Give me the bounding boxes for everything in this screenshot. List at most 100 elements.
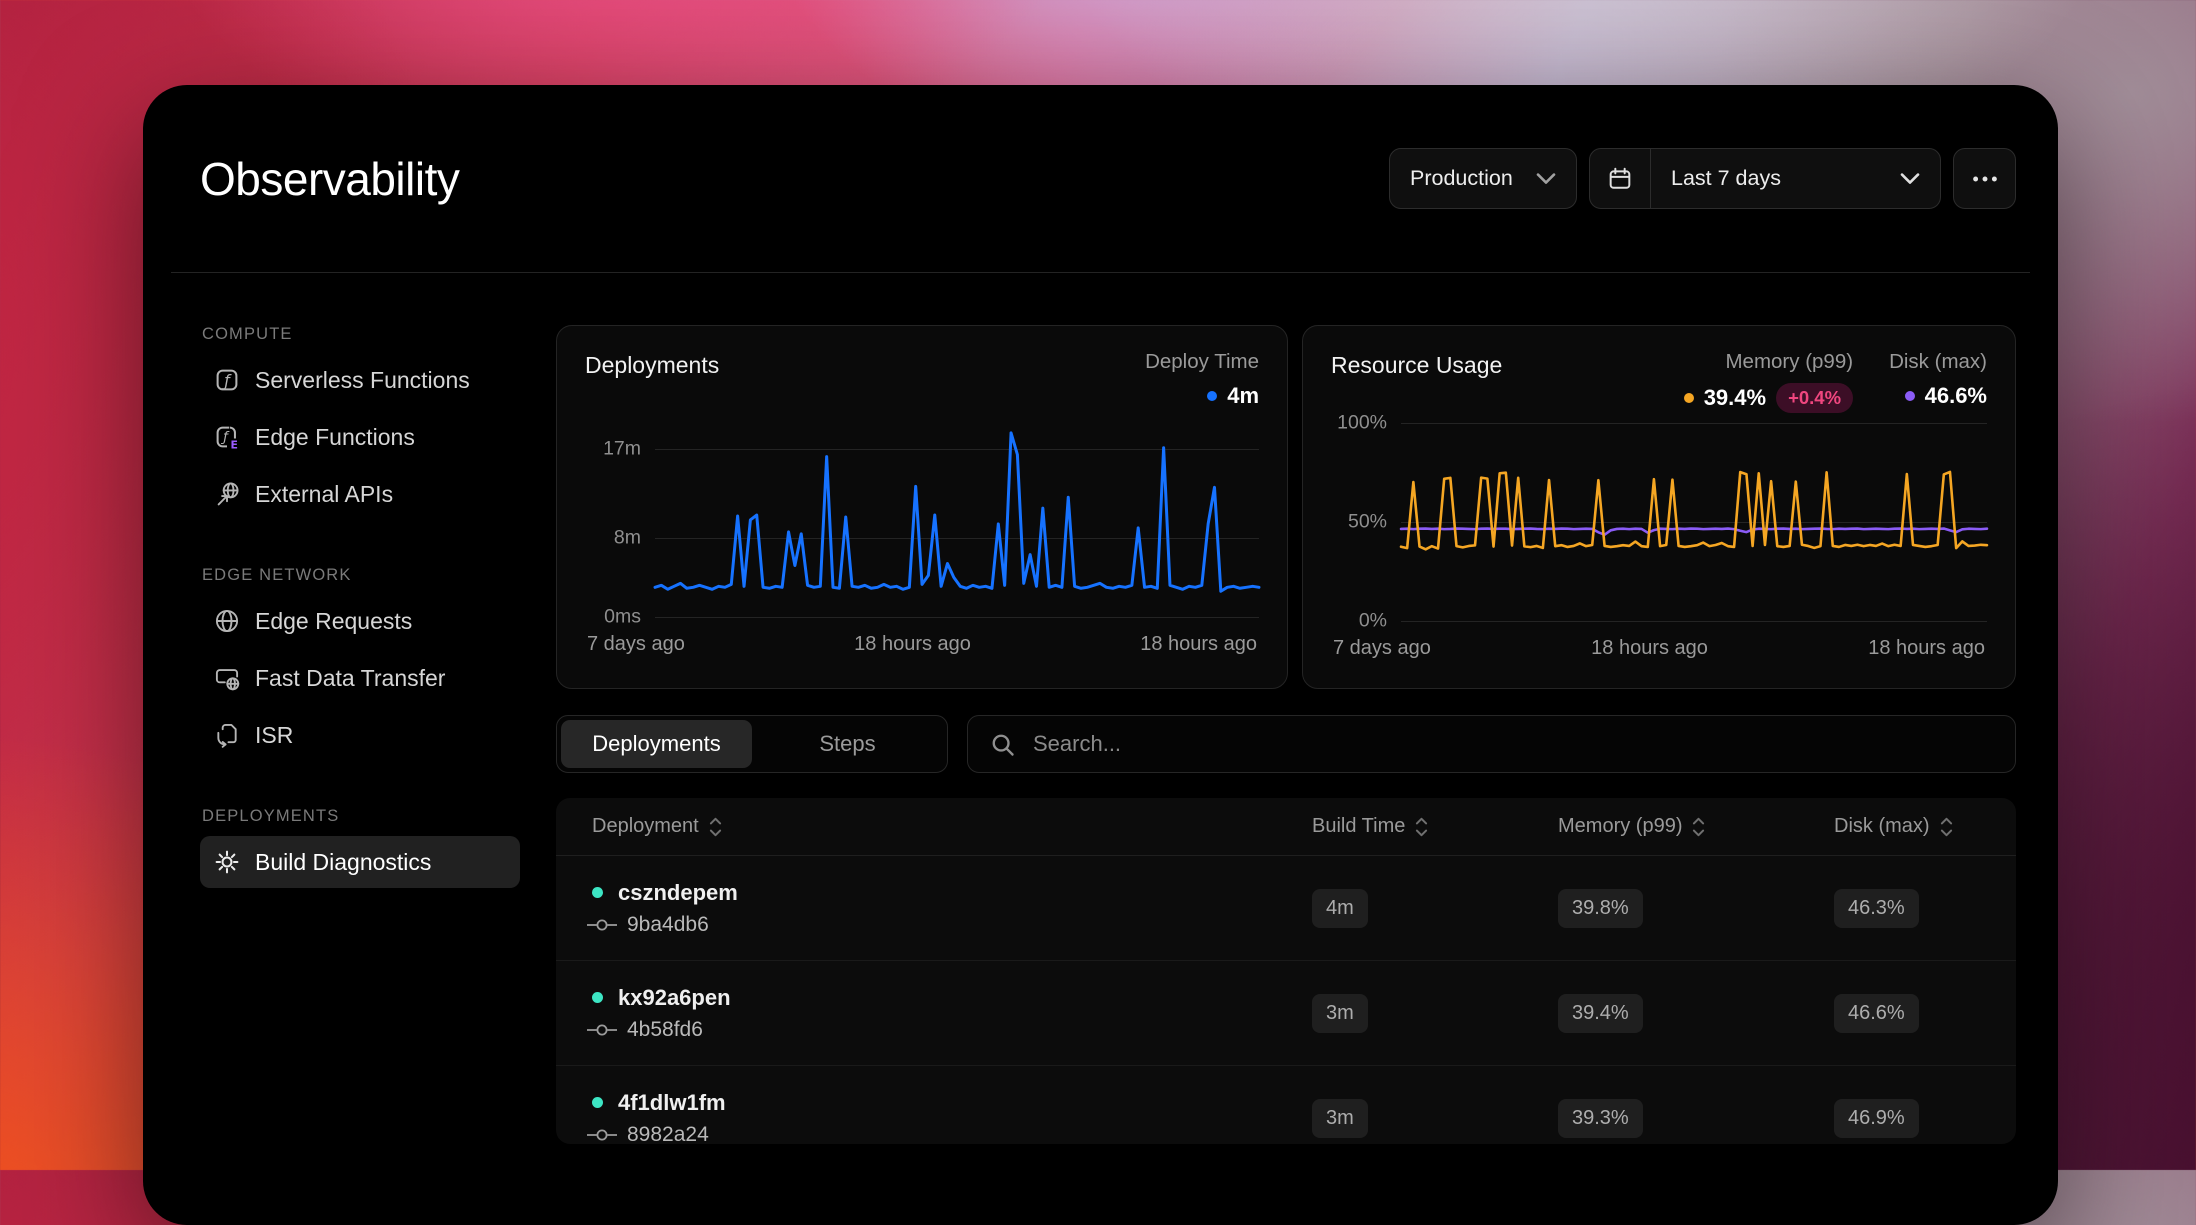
svg-text:ƒ: ƒ bbox=[221, 371, 232, 390]
table-row[interactable]: 4f1dlw1fm 8982a24 3m 39.3% 46.9% bbox=[556, 1065, 2016, 1144]
resource-chart-x-axis: 7 days ago18 hours ago18 hours ago bbox=[1331, 637, 1987, 660]
sort-icon bbox=[1940, 817, 1953, 837]
tab-deployments[interactable]: Deployments bbox=[561, 720, 752, 768]
deployment-commit: 4b58fd6 bbox=[587, 1018, 1312, 1042]
section-label: EDGE NETWORK bbox=[202, 566, 520, 585]
legend-label: Memory (p99) bbox=[1725, 350, 1853, 374]
deployment-name: 4f1dlw1fm bbox=[592, 1090, 1312, 1116]
ellipsis-icon bbox=[1972, 176, 1998, 182]
sidebar-section-deployments: DEPLOYMENTS Build Diagnostics bbox=[200, 807, 520, 888]
header-controls: Production L bbox=[1389, 148, 2016, 209]
section-label: DEPLOYMENTS bbox=[202, 807, 520, 826]
disk-badge: 46.3% bbox=[1834, 889, 1919, 928]
memory-badge: 39.4% bbox=[1558, 994, 1643, 1033]
commit-icon bbox=[587, 1023, 617, 1037]
sidebar-item-edge-requests[interactable]: Edge Requests bbox=[200, 595, 520, 647]
blue-dot-icon bbox=[1207, 391, 1217, 401]
build-time-cell: 4m bbox=[1312, 889, 1558, 928]
sort-icon bbox=[709, 817, 722, 837]
legend-value: 4m bbox=[1207, 383, 1259, 409]
sidebar-item-serverless-functions[interactable]: ƒ Serverless Functions bbox=[200, 354, 520, 406]
sidebar-item-fast-data-transfer[interactable]: Fast Data Transfer bbox=[200, 652, 520, 704]
deploy-time-line bbox=[655, 419, 1259, 617]
deploy-time-value: 4m bbox=[1227, 383, 1259, 409]
commit-icon bbox=[587, 918, 617, 932]
resource-usage-chart[interactable]: 100%50%0% bbox=[1331, 423, 1987, 621]
environment-selector[interactable]: Production bbox=[1389, 148, 1577, 209]
sidebar-item-label: External APIs bbox=[255, 481, 393, 508]
edge-function-icon: ƒ E bbox=[214, 424, 240, 450]
legend-value: 39.4% +0.4% bbox=[1684, 383, 1853, 413]
deployments-card-header: Deployments Deploy Time 4m bbox=[585, 350, 1259, 409]
table-header: Deployment Build Time Memory (p99) Disk … bbox=[556, 798, 2016, 856]
function-icon: ƒ bbox=[214, 367, 240, 393]
sidebar-item-build-diagnostics[interactable]: Build Diagnostics bbox=[200, 836, 520, 888]
gear-icon bbox=[214, 849, 240, 875]
deployment-name: kx92a6pen bbox=[592, 985, 1312, 1011]
card-title: Deployments bbox=[585, 350, 719, 379]
memory-value: 39.4% bbox=[1704, 385, 1766, 411]
data-transfer-icon bbox=[214, 665, 240, 691]
sidebar-item-label: Fast Data Transfer bbox=[255, 665, 445, 692]
build-time-cell: 3m bbox=[1312, 1099, 1558, 1138]
sidebar-item-label: Edge Requests bbox=[255, 608, 412, 635]
commit-hash: 4b58fd6 bbox=[627, 1018, 703, 1042]
date-range-selector[interactable]: Last 7 days bbox=[1589, 148, 1941, 209]
resource-usage-lines bbox=[1401, 423, 1987, 621]
observability-window: Observability Production bbox=[143, 85, 2058, 1225]
build-time-badge: 4m bbox=[1312, 889, 1368, 928]
search-box[interactable] bbox=[967, 715, 2016, 773]
search-input[interactable] bbox=[1031, 730, 1993, 758]
table-row[interactable]: cszndepem 9ba4db6 4m 39.8% 46.3% bbox=[556, 856, 2016, 960]
build-time-badge: 3m bbox=[1312, 994, 1368, 1033]
column-header-deployment[interactable]: Deployment bbox=[592, 815, 1312, 838]
sidebar-section-edge-network: EDGE NETWORK Edge Requests bbox=[200, 566, 520, 761]
sidebar-item-edge-functions[interactable]: ƒ E Edge Functions bbox=[200, 411, 520, 463]
build-time-badge: 3m bbox=[1312, 1099, 1368, 1138]
sidebar-item-isr[interactable]: ISR bbox=[200, 709, 520, 761]
legend-label: Deploy Time bbox=[1145, 350, 1259, 374]
disk-legend: Disk (max) 46.6% bbox=[1889, 350, 1987, 413]
memory-cell: 39.4% bbox=[1558, 994, 1834, 1033]
tab-steps[interactable]: Steps bbox=[752, 720, 943, 768]
external-apis-icon bbox=[214, 481, 240, 507]
resource-usage-card: Resource Usage Memory (p99) 39.4% +0.4% bbox=[1302, 325, 2016, 689]
deployment-commit: 9ba4db6 bbox=[587, 913, 1312, 937]
page-title: Observability bbox=[200, 152, 459, 206]
deploy-time-chart[interactable]: 17m8m0ms bbox=[585, 419, 1259, 617]
deploy-time-legend: Deploy Time 4m bbox=[1145, 350, 1259, 409]
deployment-id: kx92a6pen bbox=[618, 985, 731, 1011]
column-label: Disk (max) bbox=[1834, 815, 1930, 838]
deployment-name: cszndepem bbox=[592, 880, 1312, 906]
calendar-button[interactable] bbox=[1590, 149, 1651, 208]
resource-legends: Memory (p99) 39.4% +0.4% Disk (max) bbox=[1684, 350, 1987, 413]
sidebar-item-label: Build Diagnostics bbox=[255, 849, 431, 876]
memory-cell: 39.3% bbox=[1558, 1099, 1834, 1138]
orange-dot-icon bbox=[1684, 393, 1694, 403]
disk-cell: 46.9% bbox=[1834, 1099, 1980, 1138]
disk-badge: 46.6% bbox=[1834, 994, 1919, 1033]
resource-card-header: Resource Usage Memory (p99) 39.4% +0.4% bbox=[1331, 350, 1987, 413]
column-label: Build Time bbox=[1312, 815, 1405, 838]
deploy-chart-x-axis: 7 days ago18 hours ago18 hours ago bbox=[585, 633, 1259, 656]
deployment-cell: 4f1dlw1fm 8982a24 bbox=[592, 1090, 1312, 1145]
chart-cards: Deployments Deploy Time 4m 17m8m0ms bbox=[556, 325, 2016, 689]
column-header-disk[interactable]: Disk (max) bbox=[1834, 815, 1980, 838]
section-label: COMPUTE bbox=[202, 325, 520, 344]
deployment-cell: kx92a6pen 4b58fd6 bbox=[592, 985, 1312, 1042]
sidebar-item-label: Serverless Functions bbox=[255, 367, 470, 394]
column-header-memory[interactable]: Memory (p99) bbox=[1558, 815, 1834, 838]
status-dot bbox=[592, 887, 603, 898]
chevron-down-icon bbox=[1536, 173, 1556, 185]
svg-text:ƒ: ƒ bbox=[220, 429, 230, 445]
table-row[interactable]: kx92a6pen 4b58fd6 3m 39.4% 46.6% bbox=[556, 960, 2016, 1065]
card-title: Resource Usage bbox=[1331, 350, 1502, 379]
column-header-build-time[interactable]: Build Time bbox=[1312, 815, 1558, 838]
deployments-card: Deployments Deploy Time 4m 17m8m0ms bbox=[556, 325, 1288, 689]
legend-value: 46.6% bbox=[1905, 383, 1987, 409]
sidebar-item-external-apis[interactable]: External APIs bbox=[200, 468, 520, 520]
sort-icon bbox=[1415, 817, 1428, 837]
deployment-id: cszndepem bbox=[618, 880, 738, 906]
more-options-button[interactable] bbox=[1953, 148, 2016, 209]
sidebar-item-label: ISR bbox=[255, 722, 293, 749]
